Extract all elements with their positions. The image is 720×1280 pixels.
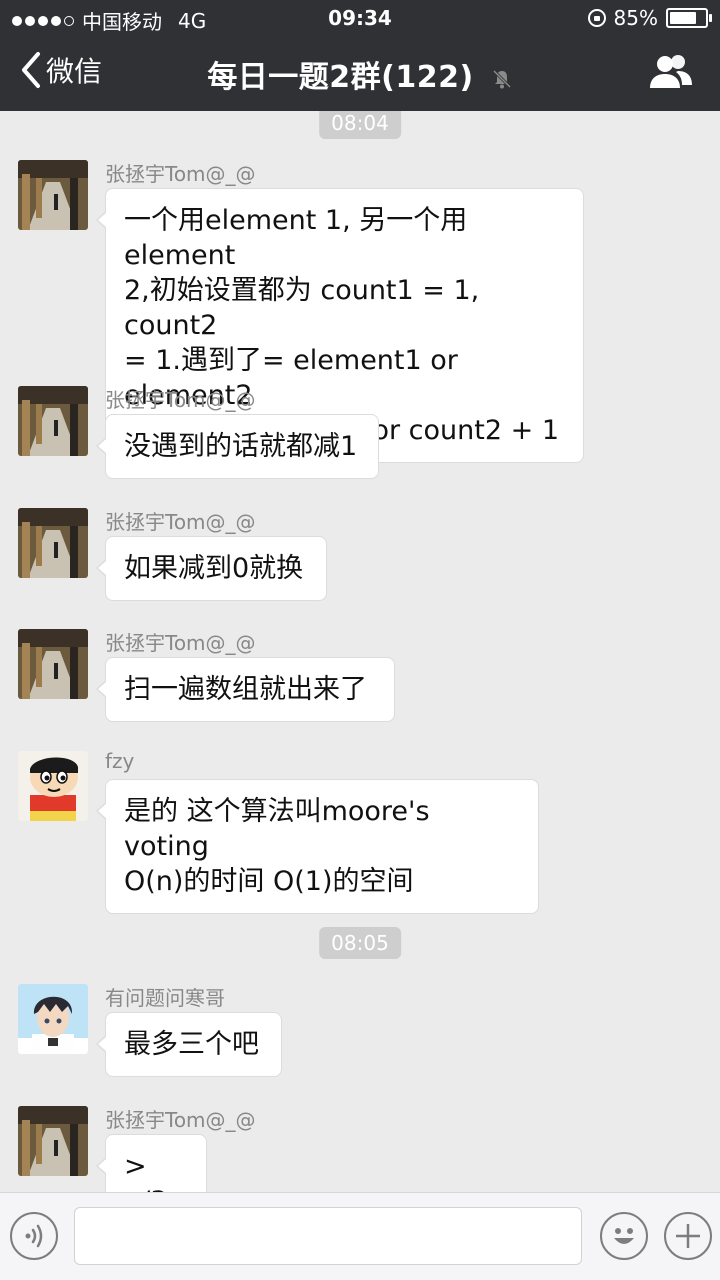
battery-fill: [670, 12, 696, 24]
message-bubble[interactable]: 扫一遍数组就出来了: [96, 657, 395, 722]
message-bubble[interactable]: > n/3: [96, 1134, 207, 1192]
voice-button[interactable]: [10, 1212, 58, 1260]
sender-name: 有问题问寒哥: [105, 986, 225, 1010]
battery-icon: [666, 8, 712, 28]
sender-name: 张拯宇Tom@_@: [105, 388, 256, 412]
plus-icon: [676, 1224, 700, 1248]
message-bubble[interactable]: 如果减到0就换: [96, 536, 327, 601]
chat-title-text: 每日一题2群(122): [207, 60, 474, 95]
chat-area[interactable]: 08:04 张拯宇Tom@_@ 一个用element 1, 另一个用elemen…: [0, 111, 720, 1192]
status-right: 85%: [587, 6, 712, 30]
rotation-lock-icon: [587, 9, 606, 27]
chat-title: 每日一题2群(122): [0, 52, 720, 96]
message-bubble[interactable]: 没遇到的话就都减1: [96, 414, 379, 479]
sender-name: 张拯宇Tom@_@: [105, 162, 256, 186]
sender-name: 张拯宇Tom@_@: [105, 631, 256, 655]
sender-name: 张拯宇Tom@_@: [105, 510, 256, 534]
group-members-icon[interactable]: [648, 52, 694, 92]
message-line: 是的 这个算法叫moore's voting: [124, 796, 430, 862]
sender-name: fzy: [105, 749, 135, 773]
top-bar: 中国移动 4G 09:34 85% 微信 每日一题2群(122): [0, 0, 720, 111]
message-line: 扫一遍数组就出来了: [124, 674, 367, 705]
sender-name: 张拯宇Tom@_@: [105, 1108, 256, 1132]
emoji-button[interactable]: [600, 1212, 648, 1260]
message-line: 一个用element 1, 另一个用element: [124, 205, 468, 271]
avatar[interactable]: [18, 1106, 88, 1176]
message-bubble[interactable]: 是的 这个算法叫moore's voting O(n)的时间 O(1)的空间: [96, 779, 539, 914]
message-input[interactable]: [74, 1207, 582, 1265]
input-bar: [0, 1192, 720, 1280]
avatar[interactable]: [18, 160, 88, 230]
message-bubble[interactable]: 最多三个吧: [96, 1012, 282, 1077]
avatar[interactable]: [18, 386, 88, 456]
status-bar: 中国移动 4G 09:34 85%: [0, 0, 720, 36]
avatar[interactable]: [18, 629, 88, 699]
nav-bar: 微信 每日一题2群(122): [0, 36, 720, 111]
battery-percent: 85%: [613, 6, 658, 30]
message-line: 2,初始设置都为 count1 = 1, count2: [124, 275, 480, 341]
message-line: 如果减到0就换: [124, 553, 304, 584]
message-line: 没遇到的话就都减1: [124, 431, 358, 462]
more-button[interactable]: [664, 1212, 712, 1260]
avatar[interactable]: [18, 508, 88, 578]
bell-mute-icon: [492, 69, 511, 88]
timestamp-pill: 08:04: [319, 111, 401, 139]
avatar[interactable]: [18, 984, 88, 1054]
message-line: > n/3: [124, 1151, 167, 1192]
voice-icon: [25, 1224, 43, 1248]
message-line: 最多三个吧: [124, 1029, 259, 1060]
emoji-icon: [614, 1228, 634, 1244]
avatar[interactable]: [18, 751, 88, 821]
message-line: O(n)的时间 O(1)的空间: [124, 866, 414, 897]
timestamp-pill: 08:05: [319, 927, 401, 959]
